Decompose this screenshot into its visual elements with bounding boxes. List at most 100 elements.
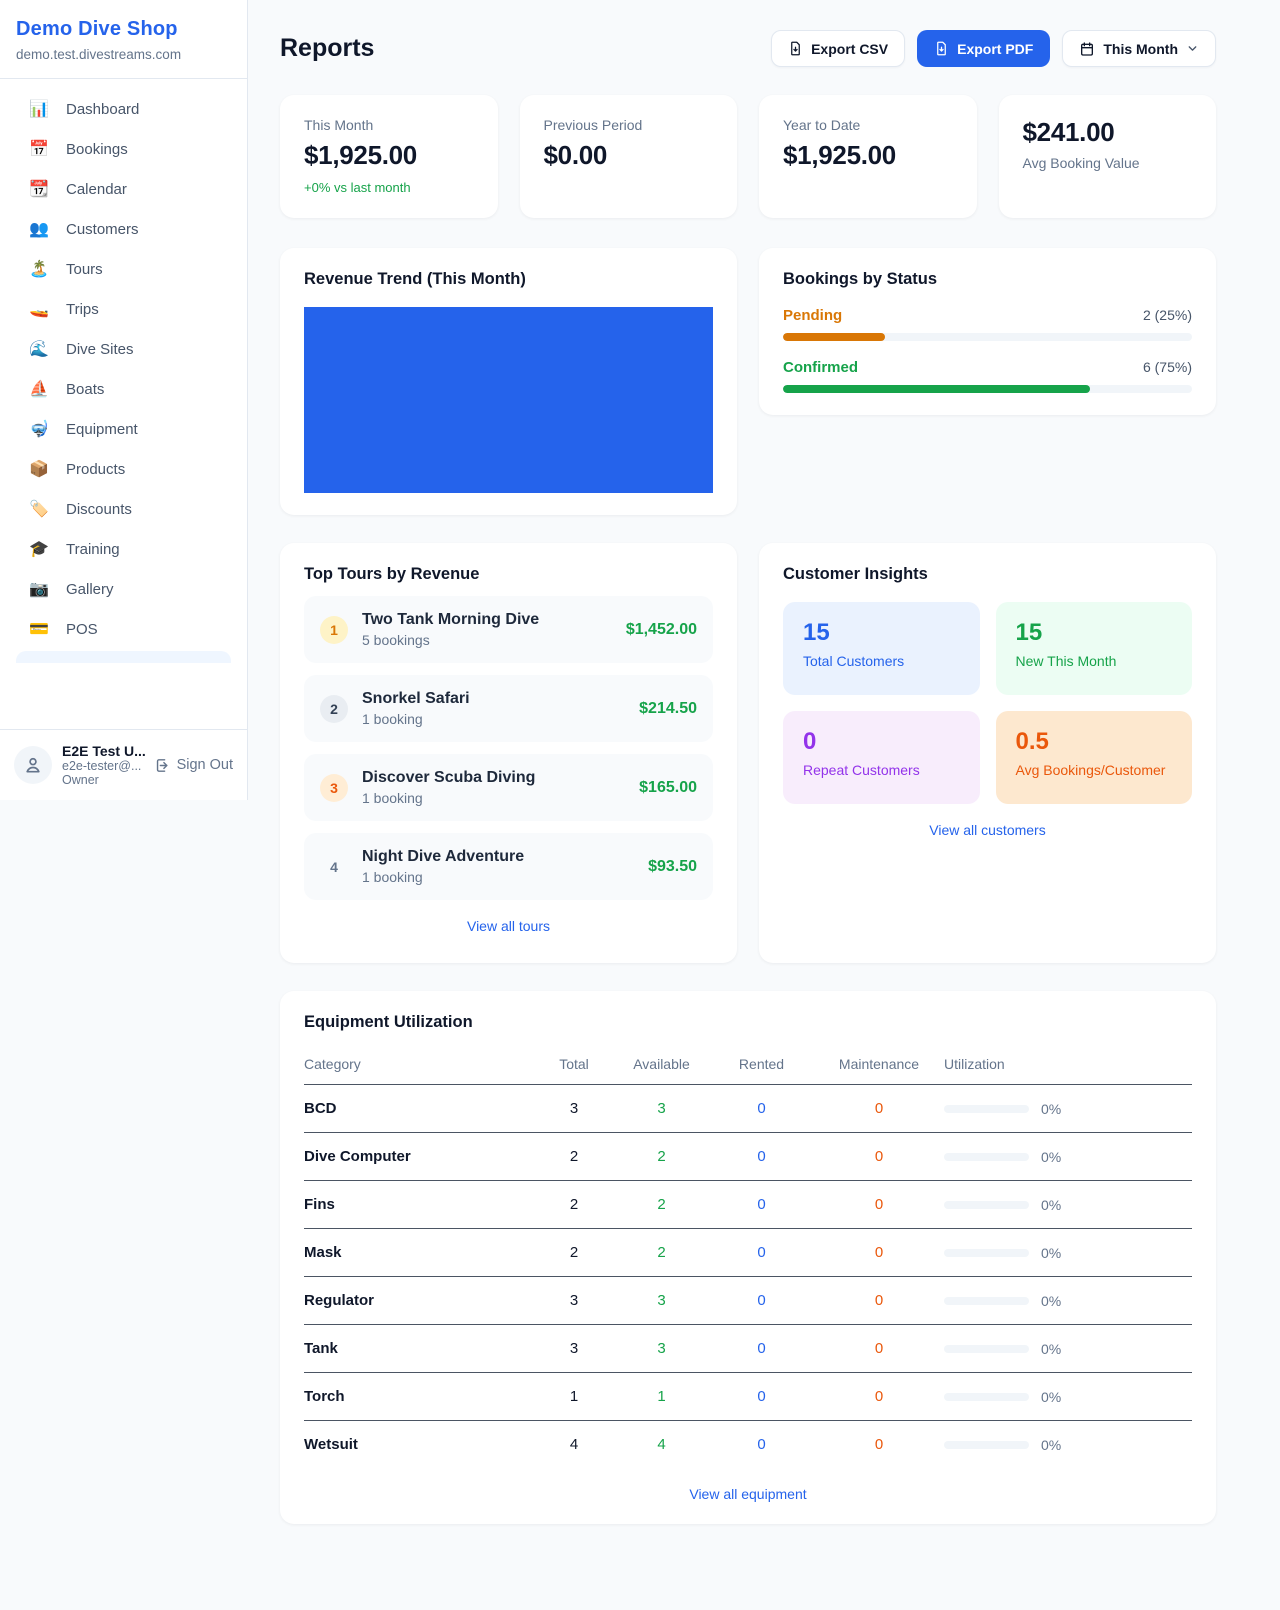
stat-card-this-month: This Month $1,925.00 +0% vs last month xyxy=(280,95,498,218)
customer-insights-title: Customer Insights xyxy=(783,565,1192,584)
header-actions: Export CSV Export PDF This Month xyxy=(771,30,1216,67)
column-header-available: Available xyxy=(614,1046,709,1085)
user-meta: E2E Test U... e2e-tester@... Owner xyxy=(62,743,144,787)
sidebar-item-label: POS xyxy=(66,621,98,638)
column-header-rented: Rented xyxy=(709,1046,814,1085)
sidebar-item-boats[interactable]: ⛵ Boats xyxy=(12,369,235,409)
sidebar-item-label: Dashboard xyxy=(66,101,139,118)
cell-maintenance: 0 xyxy=(814,1373,944,1421)
sidebar-nav: 📊 Dashboard 📅 Bookings 📆 Calendar 👥 Cust… xyxy=(0,79,247,729)
sidebar-item-label: Tours xyxy=(66,261,103,278)
cell-total: 4 xyxy=(534,1421,614,1469)
utilization-percent: 0% xyxy=(1041,1197,1061,1213)
utilization-track xyxy=(944,1201,1029,1209)
sidebar-item-label: Trips xyxy=(66,301,99,318)
stat-label: Year to Date xyxy=(783,117,953,133)
file-download-icon xyxy=(934,41,949,56)
utilization-track xyxy=(944,1393,1029,1401)
sidebar-item-products[interactable]: 📦 Products xyxy=(12,449,235,489)
sidebar-item-gallery[interactable]: 📷 Gallery xyxy=(12,569,235,609)
insight-value: 0 xyxy=(803,728,960,756)
tour-bookings: 1 booking xyxy=(362,790,625,806)
tour-name: Night Dive Adventure xyxy=(362,848,634,866)
stat-label: Previous Period xyxy=(544,117,714,133)
sidebar-item-trips[interactable]: 🚤 Trips xyxy=(12,289,235,329)
status-progress-fill xyxy=(783,333,885,341)
sign-out-button[interactable]: Sign Out xyxy=(154,757,233,774)
revenue-trend-card: Revenue Trend (This Month) xyxy=(280,248,737,515)
rank-badge: 1 xyxy=(320,616,348,644)
cell-category: Tank xyxy=(304,1325,534,1373)
cell-rented: 0 xyxy=(709,1421,814,1469)
table-row: Mask 2 2 0 0 0% xyxy=(304,1229,1192,1277)
sidebar-item-dashboard[interactable]: 📊 Dashboard xyxy=(12,89,235,129)
utilization-percent: 0% xyxy=(1041,1437,1061,1453)
bookings-by-status-title: Bookings by Status xyxy=(783,270,1192,289)
tour-row: 4 Night Dive Adventure 1 booking $93.50 xyxy=(304,833,713,900)
rank-badge: 2 xyxy=(320,695,348,723)
user-name: E2E Test U... xyxy=(62,743,144,759)
table-row: Tank 3 3 0 0 0% xyxy=(304,1325,1192,1373)
rank-badge: 3 xyxy=(320,774,348,802)
export-csv-button[interactable]: Export CSV xyxy=(771,30,905,67)
tour-name: Snorkel Safari xyxy=(362,690,625,708)
cell-category: BCD xyxy=(304,1085,534,1133)
view-all-customers-link[interactable]: View all customers xyxy=(783,822,1192,838)
cell-category: Fins xyxy=(304,1181,534,1229)
tour-bookings: 5 bookings xyxy=(362,632,612,648)
status-label-confirmed: Confirmed xyxy=(783,359,858,376)
view-all-equipment-link[interactable]: View all equipment xyxy=(304,1486,1192,1502)
stat-value: $1,925.00 xyxy=(304,140,474,171)
tour-row: 2 Snorkel Safari 1 booking $214.50 xyxy=(304,675,713,742)
cell-available: 1 xyxy=(614,1373,709,1421)
export-pdf-button[interactable]: Export PDF xyxy=(917,30,1050,67)
stat-card-year-to-date: Year to Date $1,925.00 xyxy=(759,95,977,218)
camera-icon: 📷 xyxy=(28,579,50,599)
cell-utilization: 0% xyxy=(944,1085,1192,1133)
sidebar-item-reports-partial[interactable] xyxy=(16,651,231,663)
period-dropdown[interactable]: This Month xyxy=(1062,30,1216,67)
tour-amount: $93.50 xyxy=(648,858,697,876)
view-all-tours-link[interactable]: View all tours xyxy=(304,918,713,934)
avatar xyxy=(14,746,52,784)
equipment-table: Category Total Available Rented Maintena… xyxy=(304,1046,1192,1468)
sidebar-item-dive-sites[interactable]: 🌊 Dive Sites xyxy=(12,329,235,369)
insight-label: New This Month xyxy=(1016,653,1173,669)
cell-utilization: 0% xyxy=(944,1133,1192,1181)
sidebar-item-customers[interactable]: 👥 Customers xyxy=(12,209,235,249)
status-row-pending: Pending 2 (25%) xyxy=(783,307,1192,341)
cell-utilization: 0% xyxy=(944,1373,1192,1421)
sidebar-item-training[interactable]: 🎓 Training xyxy=(12,529,235,569)
package-icon: 📦 xyxy=(28,459,50,479)
sidebar-item-label: Customers xyxy=(66,221,139,238)
status-progress-track xyxy=(783,385,1192,393)
cell-maintenance: 0 xyxy=(814,1229,944,1277)
period-label: This Month xyxy=(1103,41,1178,57)
insight-tile-avg-bookings: 0.5 Avg Bookings/Customer xyxy=(996,711,1193,804)
export-pdf-label: Export PDF xyxy=(957,41,1033,57)
sidebar-item-calendar[interactable]: 📆 Calendar xyxy=(12,169,235,209)
stat-card-avg-booking-value: $241.00 Avg Booking Value xyxy=(999,95,1217,218)
sidebar-item-label: Boats xyxy=(66,381,104,398)
utilization-percent: 0% xyxy=(1041,1389,1061,1405)
sidebar-item-bookings[interactable]: 📅 Bookings xyxy=(12,129,235,169)
sidebar-item-pos[interactable]: 💳 POS xyxy=(12,609,235,649)
utilization-track xyxy=(944,1297,1029,1305)
table-row: Regulator 3 3 0 0 0% xyxy=(304,1277,1192,1325)
cell-available: 2 xyxy=(614,1181,709,1229)
file-download-icon xyxy=(788,41,803,56)
sidebar-item-label: Calendar xyxy=(66,181,127,198)
sidebar-item-equipment[interactable]: 🤿 Equipment xyxy=(12,409,235,449)
graduation-cap-icon: 🎓 xyxy=(28,539,50,559)
stat-card-previous-period: Previous Period $0.00 xyxy=(520,95,738,218)
status-progress-fill xyxy=(783,385,1090,393)
sidebar-item-discounts[interactable]: 🏷️ Discounts xyxy=(12,489,235,529)
status-value-confirmed: 6 (75%) xyxy=(1143,359,1192,375)
cell-total: 1 xyxy=(534,1373,614,1421)
sidebar-item-tours[interactable]: 🏝️ Tours xyxy=(12,249,235,289)
cell-utilization: 0% xyxy=(944,1421,1192,1469)
equipment-utilization-card: Equipment Utilization Category Total Ava… xyxy=(280,991,1216,1524)
tour-row: 1 Two Tank Morning Dive 5 bookings $1,45… xyxy=(304,596,713,663)
cell-category: Mask xyxy=(304,1229,534,1277)
cell-available: 4 xyxy=(614,1421,709,1469)
